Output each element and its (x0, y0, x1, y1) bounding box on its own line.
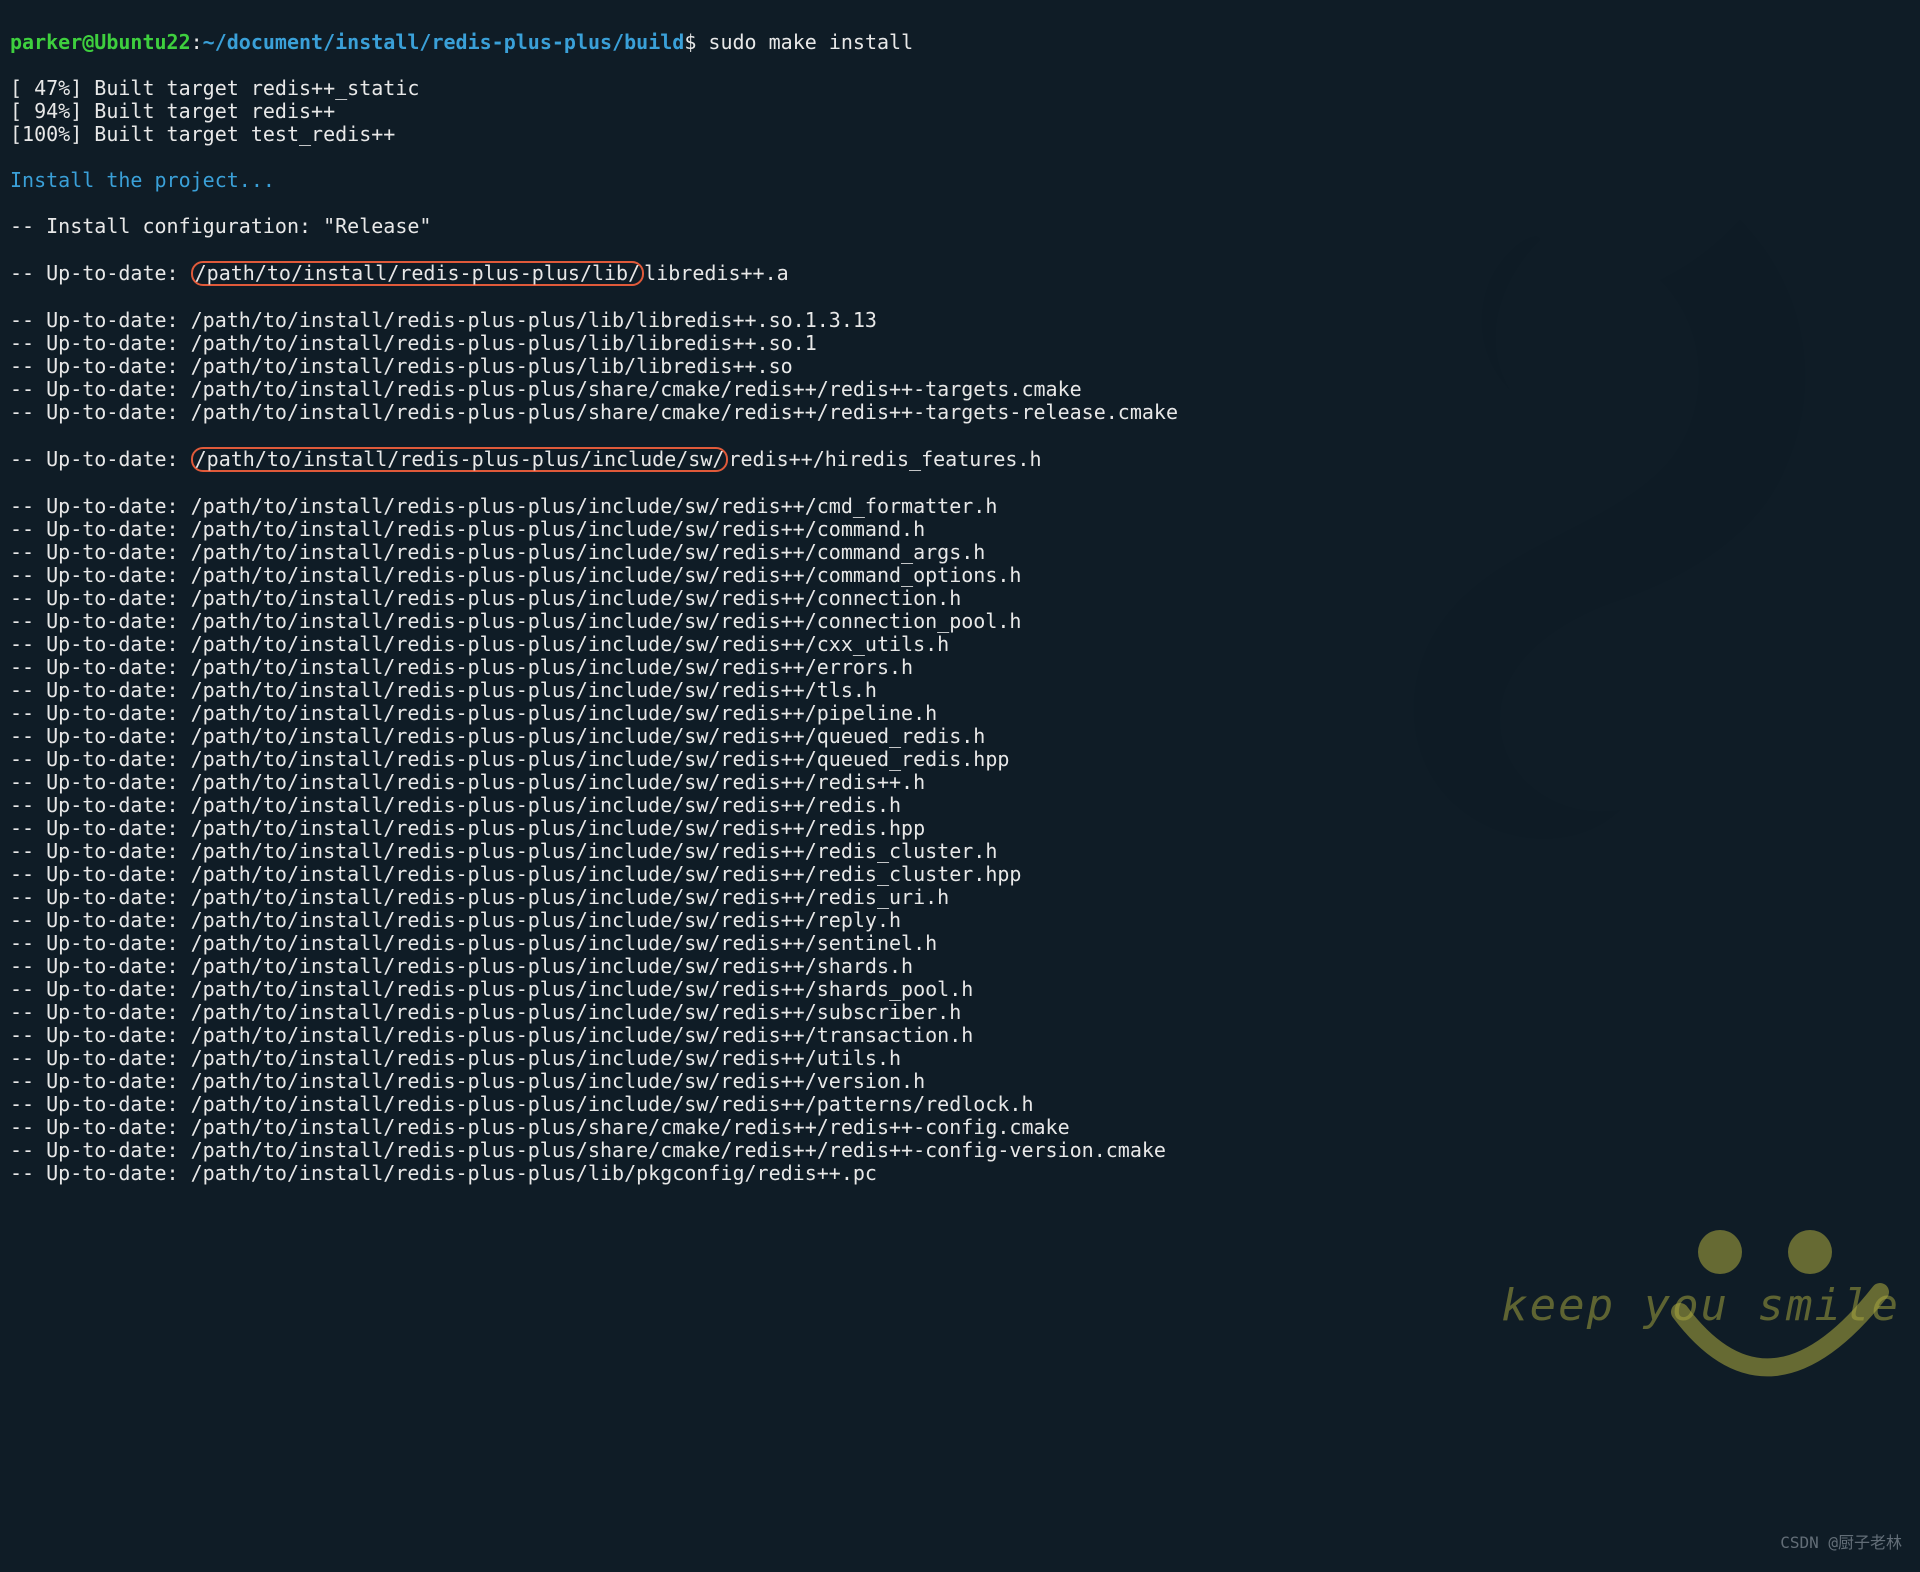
prompt-path: ~/document/install/redis-plus-plus/build (203, 30, 685, 54)
uptodate-line: -- Up-to-date: /path/to/install/redis-pl… (10, 863, 1910, 886)
prompt-at: @ (82, 30, 94, 54)
highlight-1-tail: libredis++.a (644, 261, 789, 285)
uptodate-line: -- Up-to-date: /path/to/install/redis-pl… (10, 1001, 1910, 1024)
uptodate-line: -- Up-to-date: /path/to/install/redis-pl… (10, 1047, 1910, 1070)
uptodate-highlight-2: -- Up-to-date: /path/to/install/redis-pl… (10, 447, 1910, 472)
uptodate-line: -- Up-to-date: /path/to/install/redis-pl… (10, 355, 1910, 378)
prompt-line: parker@Ubuntu22:~/document/install/redis… (10, 31, 1910, 54)
uptodate-line: -- Up-to-date: /path/to/install/redis-pl… (10, 679, 1910, 702)
uptodate-line: -- Up-to-date: /path/to/install/redis-pl… (10, 1024, 1910, 1047)
terminal-output[interactable]: parker@Ubuntu22:~/document/install/redis… (0, 0, 1920, 1216)
uptodate-line: -- Up-to-date: /path/to/install/redis-pl… (10, 587, 1910, 610)
config-line: -- Install configuration: "Release" (10, 215, 1910, 238)
build-progress-line: [ 94%] Built target redis++ (10, 100, 1910, 123)
uptodate-line: -- Up-to-date: /path/to/install/redis-pl… (10, 541, 1910, 564)
uptodate-line: -- Up-to-date: /path/to/install/redis-pl… (10, 401, 1910, 424)
uptodate-line: -- Up-to-date: /path/to/install/redis-pl… (10, 771, 1910, 794)
uptodate-line: -- Up-to-date: /path/to/install/redis-pl… (10, 932, 1910, 955)
prompt-dollar: $ (684, 30, 696, 54)
uptodate-line: -- Up-to-date: /path/to/install/redis-pl… (10, 518, 1910, 541)
uptodate-line: -- Up-to-date: /path/to/install/redis-pl… (10, 1139, 1910, 1162)
uptodate-line: -- Up-to-date: /path/to/install/redis-pl… (10, 633, 1910, 656)
uptodate-line: -- Up-to-date: /path/to/install/redis-pl… (10, 1070, 1910, 1093)
build-progress-line: [100%] Built target test_redis++ (10, 123, 1910, 146)
uptodate-line: -- Up-to-date: /path/to/install/redis-pl… (10, 840, 1910, 863)
uptodate-line: -- Up-to-date: /path/to/install/redis-pl… (10, 886, 1910, 909)
uptodate-line: -- Up-to-date: /path/to/install/redis-pl… (10, 794, 1910, 817)
uptodate-prefix: -- Up-to-date: (10, 261, 191, 285)
uptodate-line: -- Up-to-date: /path/to/install/redis-pl… (10, 309, 1910, 332)
uptodate-line: -- Up-to-date: /path/to/install/redis-pl… (10, 564, 1910, 587)
attribution-text: CSDN @厨子老林 (1780, 1534, 1902, 1552)
uptodate-line: -- Up-to-date: /path/to/install/redis-pl… (10, 495, 1910, 518)
uptodate-line: -- Up-to-date: /path/to/install/redis-pl… (10, 909, 1910, 932)
install-header: Install the project... (10, 169, 1910, 192)
prompt-user: parker (10, 30, 82, 54)
uptodate-prefix: -- Up-to-date: (10, 447, 191, 471)
uptodate-line: -- Up-to-date: /path/to/install/redis-pl… (10, 702, 1910, 725)
build-progress-line: [ 47%] Built target redis++_static (10, 77, 1910, 100)
highlight-box-1: /path/to/install/redis-plus-plus/lib/ (191, 261, 645, 286)
watermark-text: keep you smile (1501, 1281, 1900, 1332)
uptodate-line: -- Up-to-date: /path/to/install/redis-pl… (10, 978, 1910, 1001)
uptodate-line: -- Up-to-date: /path/to/install/redis-pl… (10, 1162, 1910, 1185)
uptodate-line: -- Up-to-date: /path/to/install/redis-pl… (10, 1116, 1910, 1139)
uptodate-line: -- Up-to-date: /path/to/install/redis-pl… (10, 817, 1910, 840)
uptodate-line: -- Up-to-date: /path/to/install/redis-pl… (10, 725, 1910, 748)
uptodate-line: -- Up-to-date: /path/to/install/redis-pl… (10, 656, 1910, 679)
uptodate-line: -- Up-to-date: /path/to/install/redis-pl… (10, 610, 1910, 633)
uptodate-line: -- Up-to-date: /path/to/install/redis-pl… (10, 1093, 1910, 1116)
highlight-2-tail: redis++/hiredis_features.h (728, 447, 1041, 471)
uptodate-line: -- Up-to-date: /path/to/install/redis-pl… (10, 955, 1910, 978)
command-text: sudo make install (708, 30, 913, 54)
uptodate-line: -- Up-to-date: /path/to/install/redis-pl… (10, 378, 1910, 401)
uptodate-line: -- Up-to-date: /path/to/install/redis-pl… (10, 748, 1910, 771)
uptodate-highlight-1: -- Up-to-date: /path/to/install/redis-pl… (10, 261, 1910, 286)
highlight-box-2: /path/to/install/redis-plus-plus/include… (191, 447, 729, 472)
prompt-colon: : (191, 30, 203, 54)
prompt-host: Ubuntu22 (94, 30, 190, 54)
uptodate-line: -- Up-to-date: /path/to/install/redis-pl… (10, 332, 1910, 355)
